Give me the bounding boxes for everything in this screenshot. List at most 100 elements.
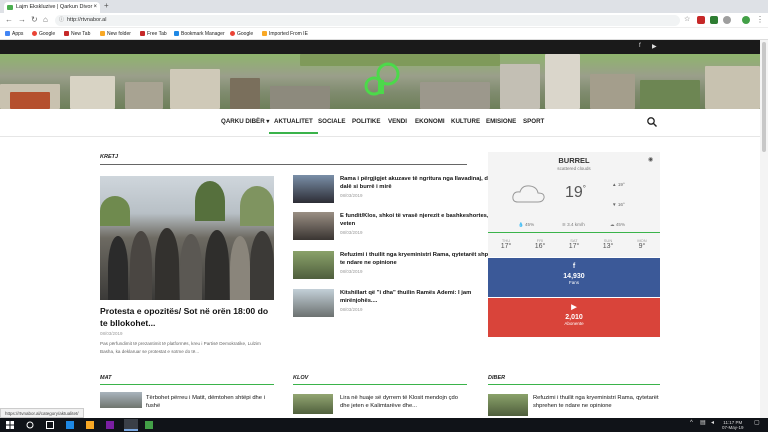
news-thumbnail[interactable] bbox=[488, 394, 528, 416]
site-favicon-icon bbox=[7, 5, 13, 10]
featured-date: 08/03/2019 bbox=[100, 331, 123, 336]
windows-taskbar: ^ ▤ ◂ 11:17 PM 07-May-19 ▢ bbox=[0, 418, 768, 432]
menu-item-sport[interactable]: SPORT bbox=[523, 118, 544, 125]
cloud-icon bbox=[512, 185, 545, 203]
page-scrollbar[interactable] bbox=[760, 40, 768, 418]
news-title[interactable]: Rama i përgjigjet akuzave të ngritura ng… bbox=[340, 175, 510, 191]
weather-high: ▲ 19° bbox=[612, 182, 625, 187]
close-tab-icon[interactable]: × bbox=[93, 2, 97, 13]
url-text: http://rtvnabor.al bbox=[67, 17, 107, 23]
news-title[interactable]: Lira në huaje së dyrrem të Klosit mendoj… bbox=[340, 394, 468, 410]
url-field[interactable]: ⓘ http://rtvnabor.al bbox=[55, 15, 680, 26]
menu-item-vendi[interactable]: VENDI bbox=[388, 118, 407, 125]
app-icon[interactable] bbox=[106, 421, 114, 429]
forecast-day: SUN 13° bbox=[602, 238, 614, 250]
section-divider bbox=[293, 384, 467, 385]
app-icon[interactable] bbox=[145, 421, 153, 429]
forecast-day: THU 17° bbox=[500, 238, 512, 250]
back-icon[interactable]: ← bbox=[5, 15, 13, 24]
featured-image[interactable] bbox=[100, 176, 274, 300]
extension-icon[interactable] bbox=[723, 16, 731, 24]
menu-item-sociale[interactable]: SOCIALE bbox=[318, 118, 346, 125]
news-thumbnail[interactable] bbox=[293, 289, 334, 317]
youtube-label: Abonente bbox=[564, 321, 584, 326]
bookmark-star-icon[interactable]: ☆ bbox=[684, 15, 690, 23]
extension-icon[interactable] bbox=[697, 16, 705, 24]
bookmark-item[interactable]: New folder bbox=[100, 28, 131, 40]
facebook-icon: f bbox=[572, 263, 576, 270]
weather-divider bbox=[488, 232, 660, 233]
info-icon[interactable]: ⓘ bbox=[59, 15, 64, 26]
forward-icon[interactable]: → bbox=[18, 15, 26, 24]
profile-avatar-icon[interactable] bbox=[742, 16, 750, 24]
chrome-taskbar-icon[interactable] bbox=[124, 419, 138, 431]
section-title[interactable]: MAT bbox=[100, 375, 112, 381]
bookmark-item[interactable]: Bookmark Manager bbox=[174, 28, 225, 40]
file-explorer-icon[interactable] bbox=[86, 421, 94, 429]
section-title[interactable]: KRETJ bbox=[100, 154, 118, 160]
extension-icon[interactable] bbox=[710, 16, 718, 24]
bookmark-item[interactable]: Google bbox=[230, 28, 253, 40]
featured-excerpt: Pas përfundimit të prezantimit të platfo… bbox=[100, 341, 261, 354]
facebook-icon[interactable]: f bbox=[639, 43, 641, 49]
menu-item-qarku-diber[interactable]: QARKU DIBËR ▾ bbox=[221, 118, 270, 125]
youtube-counter[interactable]: ▶ 2,010 Abonente bbox=[488, 298, 660, 337]
notifications-icon[interactable]: ▢ bbox=[754, 420, 760, 426]
youtube-icon: ▶ bbox=[571, 304, 577, 311]
network-icon[interactable]: ▤ bbox=[700, 420, 706, 426]
humidity-value: 💧 45% bbox=[518, 222, 535, 227]
news-thumbnail[interactable] bbox=[293, 251, 334, 279]
news-title[interactable]: Tërbohet përreu i Matit, dëmtohen shtëpi… bbox=[146, 394, 274, 410]
news-title[interactable]: Refuzimi i thuilit nga kryeministri Rama… bbox=[340, 251, 510, 267]
search-icon[interactable] bbox=[26, 421, 34, 429]
bookmarks-bar: Apps Google New Tab New folder Free Tab … bbox=[0, 28, 768, 40]
section-divider bbox=[100, 164, 467, 165]
youtube-icon[interactable]: ▶ bbox=[652, 43, 657, 50]
search-icon[interactable] bbox=[646, 116, 658, 128]
address-bar-row: ← → ↻ ⌂ ⓘ http://rtvnabor.al ☆ ⋮ bbox=[0, 13, 768, 28]
bookmark-item[interactable]: Free Tab bbox=[140, 28, 167, 40]
menu-item-ekonomi[interactable]: EKONOMI bbox=[415, 118, 445, 125]
clock[interactable]: 11:17 PM 07-May-19 bbox=[722, 420, 744, 430]
section-divider bbox=[100, 384, 274, 385]
tray-arrow-icon[interactable]: ^ bbox=[690, 420, 693, 426]
edge-icon[interactable] bbox=[66, 421, 74, 429]
home-icon[interactable]: ⌂ bbox=[43, 15, 48, 24]
status-link-preview: https://rtvnabor.al/category/aktualitet/ bbox=[0, 408, 84, 418]
news-title[interactable]: Refuzimi i thuilit nga kryeministri Rama… bbox=[533, 394, 660, 410]
windows-start-icon[interactable] bbox=[6, 421, 14, 429]
menu-item-emisione[interactable]: EMISIONE bbox=[486, 118, 516, 125]
news-thumbnail[interactable] bbox=[293, 394, 333, 414]
news-thumbnail[interactable] bbox=[293, 212, 334, 240]
reload-icon[interactable]: ↻ bbox=[31, 15, 38, 24]
facebook-counter[interactable]: f 14,930 Fans bbox=[488, 258, 660, 297]
scrollbar-thumb[interactable] bbox=[762, 42, 766, 152]
news-title[interactable]: E fundit/Klos, shkoi të vrasë njerezit e… bbox=[340, 212, 510, 228]
bookmark-item[interactable]: Imported From IE bbox=[262, 28, 308, 40]
forecast-day: FRI 16° bbox=[534, 238, 546, 250]
weather-condition: scattered clouds bbox=[557, 166, 591, 171]
section-title[interactable]: KLOV bbox=[293, 375, 308, 381]
menu-item-politike[interactable]: POLITIKE bbox=[352, 118, 381, 125]
news-date: 08/03/2019 bbox=[340, 193, 363, 198]
volume-icon[interactable]: ◂ bbox=[711, 420, 714, 426]
featured-headline[interactable]: Protesta e opozitës/ Sot në orën 18:00 d… bbox=[100, 305, 276, 329]
menu-item-aktualitet[interactable]: AKTUALITET bbox=[269, 118, 318, 134]
news-title[interactable]: Kitshillart që "i dha" thuilin Ramës Ade… bbox=[340, 289, 510, 305]
weather-widget: ◉ BURREL scattered clouds 19° ▲ 19° ▼ 16… bbox=[488, 152, 660, 257]
section-title[interactable]: DIBER bbox=[488, 375, 505, 381]
news-thumbnail[interactable] bbox=[100, 392, 142, 408]
menu-dots-icon[interactable]: ⋮ bbox=[756, 15, 764, 24]
site-logo-icon[interactable] bbox=[362, 60, 402, 96]
news-thumbnail[interactable] bbox=[293, 175, 334, 203]
browser-tab-bar: Lajm Ekskluzive | Qarkun Divor × + bbox=[0, 0, 768, 13]
bookmark-item[interactable]: Apps bbox=[5, 28, 23, 40]
bookmark-item[interactable]: Google bbox=[32, 28, 55, 40]
weather-low: ▼ 16° bbox=[612, 202, 625, 207]
browser-tab[interactable]: Lajm Ekskluzive | Qarkun Divor × bbox=[4, 2, 100, 13]
section-divider bbox=[488, 384, 660, 385]
task-view-icon[interactable] bbox=[46, 421, 54, 429]
bookmark-item[interactable]: New Tab bbox=[64, 28, 90, 40]
new-tab-icon[interactable]: + bbox=[104, 1, 109, 10]
menu-item-kulture[interactable]: KULTURE bbox=[451, 118, 480, 125]
